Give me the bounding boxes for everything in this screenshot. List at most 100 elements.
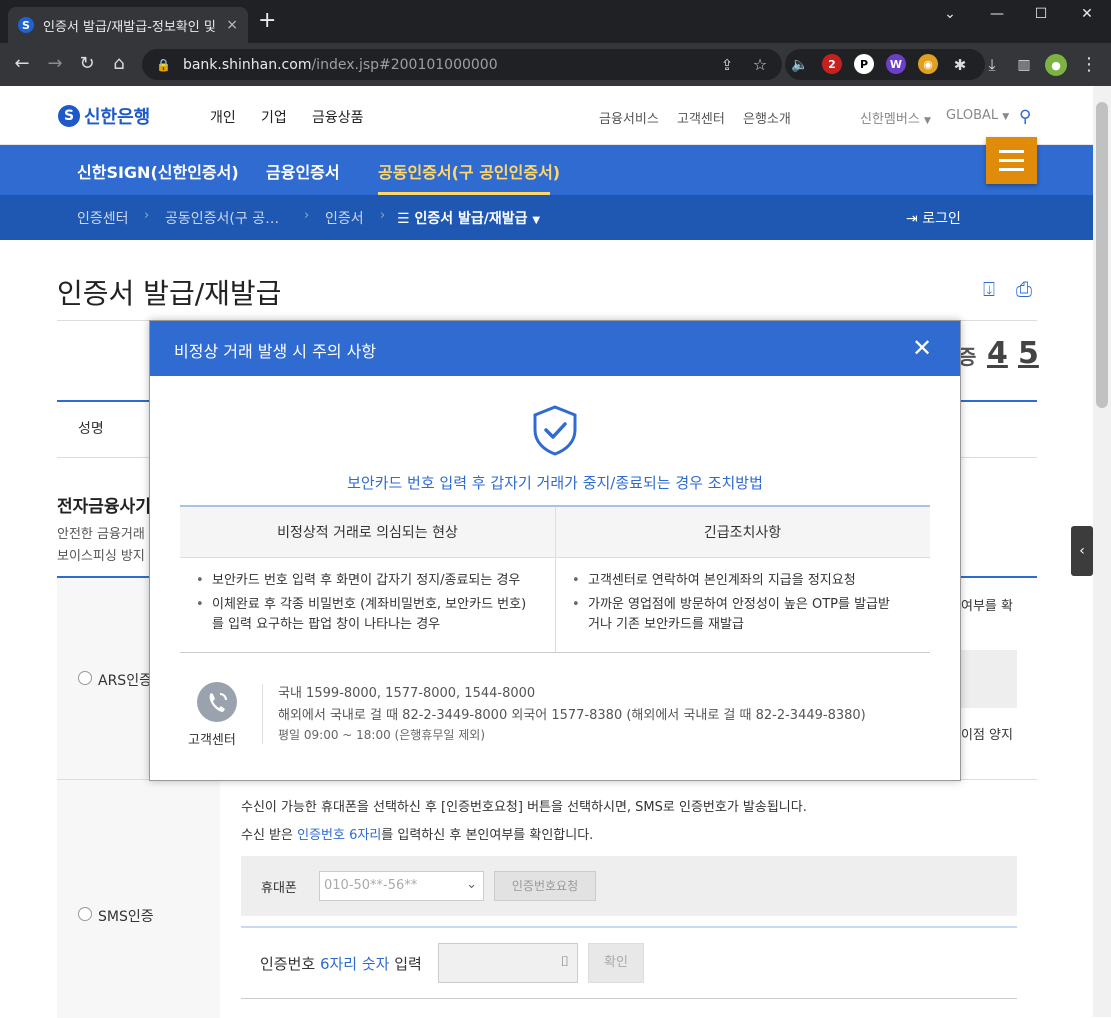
modal-table-bottom <box>180 652 930 653</box>
color-extension-icon[interactable]: ◉ <box>918 54 938 74</box>
login-link[interactable]: ⇥ 로그인 <box>906 208 961 228</box>
back-icon[interactable]: ← <box>10 52 34 76</box>
print-icon[interactable]: ⎙ <box>1016 277 1032 301</box>
breadcrumb-current[interactable]: ☰ 인증서 발급/재발급 ▼ <box>397 208 540 228</box>
phone-select[interactable]: 010-50**-56** ⌄ <box>319 871 484 901</box>
caret-down-icon: ▼ <box>1002 112 1010 122</box>
mouse-icon: ⌷ <box>560 954 569 970</box>
section-desc-2: 보이스피싱 방지 <box>57 549 145 564</box>
code-label: 인증번호 6자리 숫자 입력 <box>260 953 422 974</box>
sms-radio[interactable] <box>78 907 92 921</box>
action-item: • 고객센터로 연락하여 본인계좌의 지급을 정지요청 <box>572 570 856 592</box>
side-panel-icon[interactable]: ▥ <box>1012 53 1036 77</box>
bullet: • <box>572 597 580 612</box>
modal-title: 비정상 거래 발생 시 주의 사항 <box>150 321 960 376</box>
phone-label: 휴대폰 <box>261 881 297 896</box>
symptom-item: • 보안카드 번호 입력 후 화면이 갑자기 정지/종료되는 경우 <box>196 570 520 592</box>
speaker-icon[interactable]: 🔈 <box>788 53 812 77</box>
menu-dots-icon[interactable]: ⋮ <box>1077 53 1101 77</box>
download-icon[interactable]: ⤓ <box>980 53 1004 77</box>
puzzle-extensions-icon[interactable]: ✱ <box>948 53 972 77</box>
tab-title: 인증서 발급/재발급-정보확인 및 <box>43 19 216 35</box>
reload-icon[interactable]: ↻ <box>75 52 99 76</box>
new-tab-button[interactable]: + <box>258 10 276 32</box>
util-about-bank[interactable]: 은행소개 <box>743 108 791 127</box>
cs-hours: 평일 09:00 ~ 18:00 (은행휴무일 제외) <box>278 728 486 742</box>
p-extension-icon[interactable]: P <box>854 54 874 74</box>
util-customer-center[interactable]: 고객센터 <box>677 108 725 127</box>
symptom-item-cont: 를 입력 요구하는 팝업 창이 나타나는 경우 <box>212 617 441 632</box>
global-label: GLOBAL <box>946 108 999 123</box>
browser-tab[interactable]: S 인증서 발급/재발급-정보확인 및 × <box>8 7 248 43</box>
scrollbar-thumb[interactable] <box>1096 102 1108 408</box>
tab-shinhan-sign[interactable]: 신한SIGN(신한인증서) <box>77 159 239 183</box>
download-page-icon[interactable]: ⍗ <box>983 277 995 301</box>
lock-icon: 🔒 <box>156 57 171 72</box>
maximize-icon[interactable]: ☐ <box>1026 6 1056 22</box>
bullet: • <box>572 573 580 588</box>
ars-text-fragment-1: 여부를 확 <box>961 599 1013 614</box>
chevron-right-icon: › <box>304 208 310 223</box>
side-panel-toggle-icon[interactable]: ‹ <box>1071 526 1093 576</box>
step-4: 4 <box>987 336 1008 371</box>
hamburger-menu-icon[interactable] <box>986 137 1037 184</box>
breadcrumb-joint-cert[interactable]: 공동인증서(구 공… <box>165 208 279 228</box>
w-extension-icon[interactable]: W <box>886 54 906 74</box>
sms-instruction-1: 수신이 가능한 휴대폰을 선택하신 후 [인증번호요청] 버튼을 선택하시면, … <box>241 800 807 815</box>
forward-icon[interactable]: → <box>43 52 67 76</box>
code-row-top <box>241 926 1017 928</box>
search-icon[interactable]: ⚲ <box>1019 107 1031 127</box>
breadcrumb-cert[interactable]: 인증서 <box>325 208 364 228</box>
shinhan-logo[interactable]: S 신한은행 <box>58 103 150 129</box>
chevron-right-icon: › <box>380 208 386 223</box>
symptom-text: 보안카드 번호 입력 후 화면이 갑자기 정지/종료되는 경우 <box>212 573 521 588</box>
breadcrumb-current-label: 인증서 발급/재발급 <box>414 211 528 227</box>
customer-center-label: 고객센터 <box>188 733 236 748</box>
url-host: bank.shinhan.com <box>182 56 312 73</box>
col-symptom-header: 비정상적 거래로 의심되는 현상 <box>277 525 458 541</box>
breadcrumb-cert-center[interactable]: 인증센터 <box>77 208 129 228</box>
home-icon[interactable]: ⌂ <box>107 52 131 76</box>
ars-text-fragment-2: 이점 양지 <box>961 728 1013 743</box>
window-close-icon[interactable]: ✕ <box>1072 6 1102 22</box>
url-path: /index.jsp#200101000000 <box>311 56 498 73</box>
page-title: 인증서 발급/재발급 <box>57 277 282 310</box>
sms-instr-b: 인증번호 6자리 <box>297 828 382 843</box>
ars-label: ARS인증 <box>98 673 152 689</box>
minimize-icon[interactable]: — <box>982 6 1012 22</box>
symptom-text: 이체완료 후 각종 비밀번호 (계좌비밀번호, 보안카드 번호) <box>212 597 527 612</box>
tab-joint-cert[interactable]: 공동인증서(구 공인인증서) <box>378 159 560 183</box>
code-label-a: 인증번호 <box>260 955 320 973</box>
profile-avatar-icon[interactable]: ● <box>1045 54 1067 76</box>
tab-close-icon[interactable]: × <box>226 17 238 33</box>
symptom-item: • 이체완료 후 각종 비밀번호 (계좌비밀번호, 보안카드 번호) <box>196 594 526 616</box>
confirm-button[interactable]: 확인 <box>588 943 644 983</box>
sms-instr-a: 수신 받은 <box>241 828 298 843</box>
request-code-button[interactable]: 인증번호요청 <box>494 871 596 901</box>
tab-financial-cert[interactable]: 금융인증서 <box>266 159 340 183</box>
bullet: • <box>196 597 204 612</box>
gnb-personal[interactable]: 개인 <box>210 107 236 127</box>
tab-search-icon[interactable]: ⌄ <box>935 6 965 22</box>
logo-mark-icon: S <box>58 105 80 127</box>
global-dropdown[interactable]: GLOBAL ▼ <box>946 108 1009 123</box>
gnb-corporate[interactable]: 기업 <box>261 107 287 127</box>
list-icon: ☰ <box>397 211 415 227</box>
bookmark-star-icon[interactable]: ☆ <box>748 53 772 77</box>
step-5: 5 <box>1018 336 1039 371</box>
action-item: • 가까운 영업점에 방문하여 안정성이 높은 OTP를 발급받 <box>572 594 890 616</box>
adblock-extension-icon[interactable]: 2 <box>822 54 842 74</box>
code-label-b: 6자리 숫자 <box>319 955 390 973</box>
shield-check-icon <box>531 404 579 460</box>
address-bar[interactable]: 🔒 bank.shinhan.com/index.jsp#20010100000… <box>142 49 782 80</box>
members-dropdown[interactable]: 신한멤버스 ▼ <box>860 108 931 127</box>
cs-phone-domestic: 국내 1599-8000, 1577-8000, 1544-8000 <box>278 686 536 701</box>
util-financial-service[interactable]: 금융서비스 <box>599 108 659 127</box>
modal-close-icon[interactable]: ✕ <box>912 334 932 362</box>
gnb-products[interactable]: 금융상품 <box>312 107 364 127</box>
col-action-header: 긴급조치사항 <box>703 525 782 541</box>
sms-instr-c: 를 입력하신 후 본인여부를 확인합니다. <box>381 828 594 843</box>
share-icon[interactable]: ⇪ <box>715 53 739 77</box>
code-input[interactable]: ⌷ <box>438 943 578 983</box>
ars-radio[interactable] <box>78 671 92 685</box>
